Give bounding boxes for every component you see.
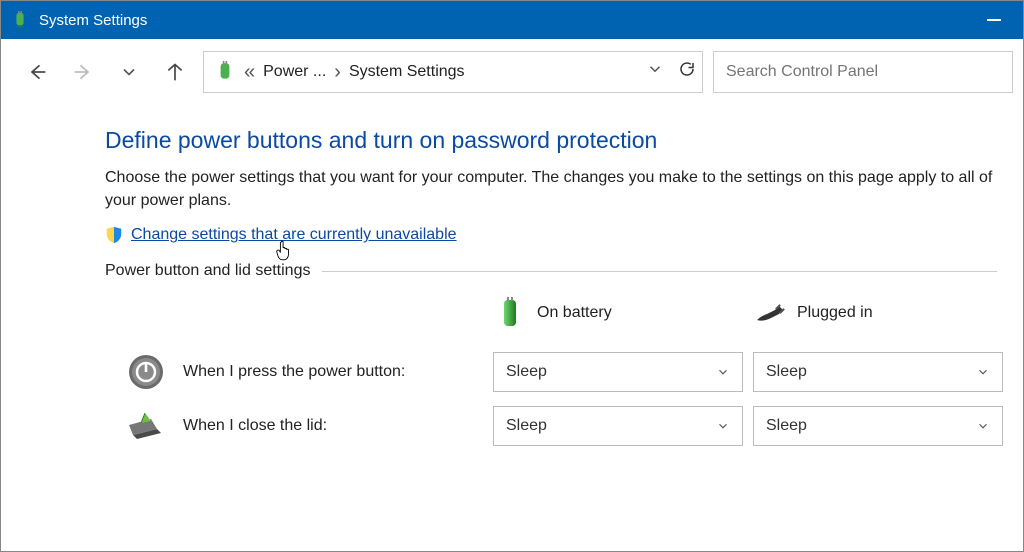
power-settings-grid: On battery Plugged in When I press the p…: [127, 296, 997, 446]
chevron-down-icon: [976, 419, 990, 433]
address-dropdown[interactable]: [646, 60, 664, 83]
row-power-button-label: When I press the power button:: [183, 363, 493, 381]
window-title: System Settings: [39, 12, 971, 29]
address-bar[interactable]: « Power ... › System Settings: [203, 51, 703, 93]
change-settings-link[interactable]: Change settings that are currently unava…: [131, 226, 457, 244]
column-plugged-in: Plugged in: [753, 296, 1013, 338]
power-button-battery-select[interactable]: Sleep: [493, 352, 743, 392]
change-settings-row: Change settings that are currently unava…: [105, 226, 997, 244]
breadcrumb-prefix-icon: «: [244, 62, 255, 82]
refresh-button[interactable]: [678, 60, 696, 83]
power-button-icon: [127, 353, 165, 391]
close-lid-plugged-select[interactable]: Sleep: [753, 406, 1003, 446]
select-value: Sleep: [506, 417, 547, 435]
select-value: Sleep: [766, 417, 807, 435]
close-lid-icon: [127, 407, 165, 445]
forward-button[interactable]: [65, 54, 101, 90]
back-button[interactable]: [19, 54, 55, 90]
power-button-plugged-select[interactable]: Sleep: [753, 352, 1003, 392]
breadcrumb-2[interactable]: System Settings: [349, 63, 465, 81]
minimize-button[interactable]: [971, 1, 1017, 39]
chevron-right-icon: ›: [334, 62, 341, 82]
close-lid-battery-select[interactable]: Sleep: [493, 406, 743, 446]
section-header: Power button and lid settings: [105, 262, 997, 280]
chevron-down-icon: [716, 365, 730, 379]
content-area: Define power buttons and turn on passwor…: [1, 105, 1023, 446]
column-on-battery: On battery: [493, 296, 753, 338]
select-value: Sleep: [506, 363, 547, 381]
chevron-down-icon: [976, 365, 990, 379]
titlebar: System Settings: [1, 1, 1023, 39]
select-value: Sleep: [766, 363, 807, 381]
page-heading: Define power buttons and turn on passwor…: [105, 127, 997, 154]
section-title: Power button and lid settings: [105, 262, 310, 280]
row-close-lid-label: When I close the lid:: [183, 417, 493, 435]
column-plugged-in-label: Plugged in: [797, 304, 873, 322]
plug-icon: [753, 296, 787, 330]
section-divider: [322, 271, 997, 272]
shield-icon: [105, 226, 123, 244]
app-icon: [11, 11, 29, 29]
column-on-battery-label: On battery: [537, 304, 612, 322]
up-button[interactable]: [157, 54, 193, 90]
chevron-down-icon: [716, 419, 730, 433]
recent-dropdown[interactable]: [111, 54, 147, 90]
breadcrumb-1[interactable]: Power ...: [263, 63, 326, 81]
address-icon: [214, 61, 236, 83]
battery-icon: [493, 296, 527, 330]
toolbar: « Power ... › System Settings: [1, 39, 1023, 105]
page-description: Choose the power settings that you want …: [105, 166, 997, 212]
search-input[interactable]: [713, 51, 1013, 93]
